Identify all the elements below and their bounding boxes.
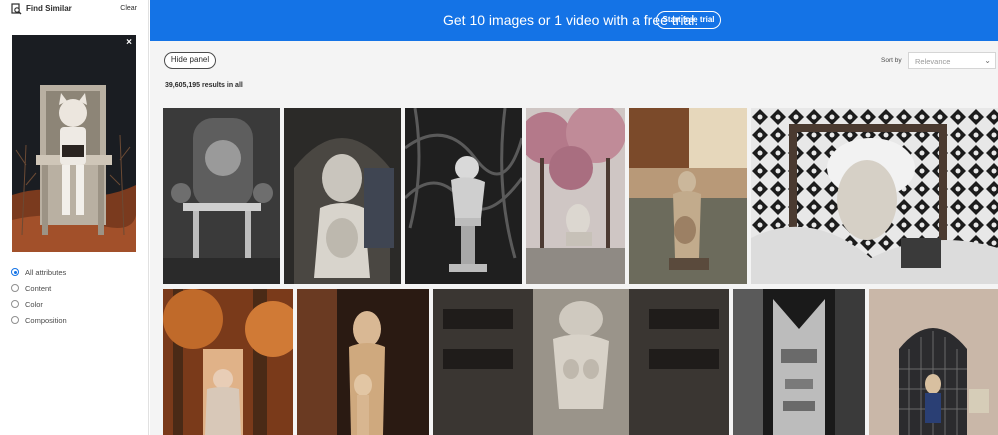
option-all-attributes[interactable]: All attributes (11, 264, 67, 280)
sort-value: Relevance (915, 57, 951, 66)
panel-header: Find Similar Clear (0, 0, 149, 20)
result-image-arched-window[interactable] (869, 289, 998, 435)
result-image-art (284, 108, 401, 284)
result-image-art (629, 108, 747, 284)
option-label: Color (25, 299, 43, 309)
result-image-cherub-branches[interactable] (405, 108, 522, 284)
result-image-art (869, 289, 998, 435)
result-image-wooden-saint[interactable] (297, 289, 429, 435)
results-area: Get 10 images or 1 video with a free tri… (150, 0, 998, 435)
find-similar-icon (11, 3, 22, 15)
start-free-trial-button[interactable]: Start free trial (656, 11, 721, 29)
radio-icon[interactable] (11, 316, 19, 324)
option-color[interactable]: Color (11, 296, 67, 312)
reference-image-art (12, 35, 136, 252)
option-label: All attributes (25, 267, 67, 277)
radio-icon[interactable] (11, 300, 19, 308)
result-image-blossom-lion[interactable] (526, 108, 625, 284)
results-count: 39,605,195 results in all (165, 82, 243, 89)
hide-panel-button[interactable]: Hide panel (164, 52, 216, 69)
result-image-art (297, 289, 429, 435)
radio-icon[interactable] (11, 284, 19, 292)
result-image-art (751, 108, 998, 284)
option-label: Content (25, 283, 52, 293)
result-image-art (163, 108, 280, 284)
option-content[interactable]: Content (11, 280, 67, 296)
result-image-art (526, 108, 625, 284)
result-image-relief-figure[interactable] (433, 289, 729, 435)
option-label: Composition (25, 315, 67, 325)
close-icon[interactable]: × (126, 37, 132, 48)
result-image-totem-carving[interactable] (733, 289, 865, 435)
sort-by-label: Sort by (881, 57, 902, 64)
find-similar-panel: Find Similar Clear × All attributes Cont… (0, 0, 149, 435)
result-image-art (163, 289, 293, 435)
result-image-art (733, 289, 865, 435)
find-similar-app: Find Similar Clear × All attributes Cont… (0, 0, 998, 435)
result-image-art (433, 289, 729, 435)
panel-title: Find Similar (26, 4, 72, 13)
reference-image: × (12, 35, 136, 252)
result-image-temple-statues[interactable] (163, 108, 280, 284)
option-composition[interactable]: Composition (11, 312, 67, 328)
clear-button[interactable]: Clear (120, 5, 137, 12)
chevron-down-icon: ⌄ (984, 56, 991, 65)
result-image-wooden-guitarist[interactable] (629, 108, 747, 284)
result-image-art (405, 108, 522, 284)
result-image-lion-statue[interactable] (284, 108, 401, 284)
trial-banner: Get 10 images or 1 video with a free tri… (150, 0, 998, 41)
attribute-options: All attributes Content Color Composition (11, 264, 67, 328)
radio-selected-icon[interactable] (11, 268, 19, 276)
result-image-framed-mask[interactable] (751, 108, 998, 284)
sort-select[interactable]: Relevance ⌄ (908, 52, 996, 69)
result-image-autumn-girl[interactable] (163, 289, 293, 435)
